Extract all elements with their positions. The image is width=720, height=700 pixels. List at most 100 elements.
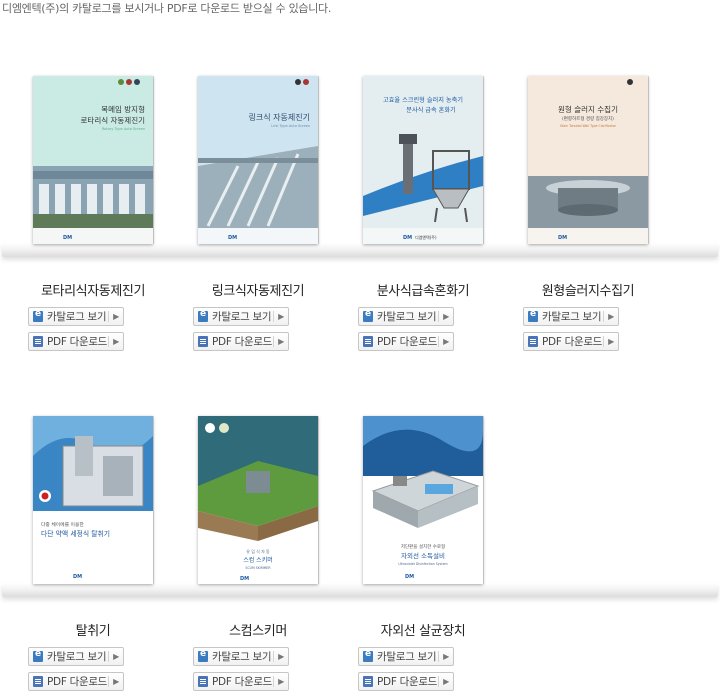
chevron-right-icon: ▶ xyxy=(438,676,449,687)
document-icon xyxy=(33,336,43,347)
catalog-cover-skimmer[interactable]: 유 입 식 자 동 스컴 스키머 SCUM SKIMMER DM xyxy=(198,416,318,584)
button-label: PDF 다운로드 xyxy=(47,676,108,688)
product-name: 자외선 살균장치 xyxy=(380,624,466,639)
cover-subtitle: SCUM SKIMMER xyxy=(245,566,271,570)
chevron-right-icon: ▶ xyxy=(273,311,284,322)
button-label: 카탈로그 보기 xyxy=(377,651,437,663)
chevron-right-icon: ▶ xyxy=(438,311,449,322)
cover-brand: 디엠엔텍(주) xyxy=(415,234,437,240)
document-icon xyxy=(363,676,373,687)
chevron-right-icon: ▶ xyxy=(273,651,284,662)
svg-text:DM: DM xyxy=(63,235,72,241)
cover-title-line: 로타리식 자동제진기 xyxy=(81,115,145,125)
cover-title-line: 다단 약액 세정식 탈취기 xyxy=(41,529,110,538)
product-name: 로타리식자동제진기 xyxy=(40,284,146,299)
chevron-right-icon: ▶ xyxy=(108,676,119,687)
cover-title-line: 목메임 방지형 xyxy=(101,104,145,114)
document-icon xyxy=(198,336,208,347)
pdf-download-button[interactable]: PDF 다운로드 ▶ xyxy=(358,332,454,351)
web-icon xyxy=(528,309,538,322)
chevron-right-icon: ▶ xyxy=(108,311,119,322)
button-label: PDF 다운로드 xyxy=(377,676,438,688)
cover-image: 저단판을 설치한 수로형 자외선 소독설비 Ultraviolet Disinf… xyxy=(363,416,483,584)
web-icon xyxy=(198,649,208,662)
chevron-right-icon: ▶ xyxy=(273,336,284,347)
pdf-download-button[interactable]: PDF 다운로드 ▶ xyxy=(28,332,124,351)
cover-subtitle: Ultraviolet Disinfection System xyxy=(398,562,447,566)
catalog-cover-collector[interactable]: 원형 슬러지 수집기 (편향하트형 경량 침강장치) Stain Toroida… xyxy=(528,76,648,244)
button-label: 카탈로그 보기 xyxy=(212,651,272,663)
button-label: 카탈로그 보기 xyxy=(542,311,602,323)
cover-subtitle: Rotary Type Auto Screen xyxy=(102,127,145,131)
pdf-download-button[interactable]: PDF 다운로드 ▶ xyxy=(523,332,619,351)
product-name: 스컴스키머 xyxy=(229,624,287,639)
cover-image: 목메임 방지형 로타리식 자동제진기 Rotary Type Auto Scre… xyxy=(33,76,153,244)
button-label: 카탈로그 보기 xyxy=(212,311,272,323)
product-name: 링크식자동제진기 xyxy=(211,284,305,299)
button-label: 카탈로그 보기 xyxy=(47,311,107,323)
chevron-right-icon: ▶ xyxy=(273,676,284,687)
web-icon xyxy=(363,309,373,322)
cover-subtitle: Link Type Auto Screen xyxy=(271,124,310,128)
web-icon xyxy=(363,649,373,662)
web-icon xyxy=(33,649,43,662)
pdf-download-button[interactable]: PDF 다운로드 ▶ xyxy=(28,672,124,691)
cover-title-line: 원형 슬러지 수집기 xyxy=(558,104,618,114)
cover-title-line: 다중 체이에를 이용한 xyxy=(41,521,84,528)
pdf-download-button[interactable]: PDF 다운로드 ▶ xyxy=(358,672,454,691)
cover-image: 링크식 자동제진기 Link Type Auto Screen DM xyxy=(198,76,318,244)
chevron-right-icon: ▶ xyxy=(108,336,119,347)
catalog-cover-uv[interactable]: 저단판을 설치한 수로형 자외선 소독설비 Ultraviolet Disinf… xyxy=(363,416,483,584)
cover-title-line: 유 입 식 자 동 xyxy=(246,548,270,554)
catalog-cover-link[interactable]: 링크식 자동제진기 Link Type Auto Screen DM xyxy=(198,76,318,244)
document-icon xyxy=(198,676,208,687)
cover-title-line: 링크식 자동제진기 xyxy=(249,112,310,122)
chevron-right-icon: ▶ xyxy=(603,311,614,322)
cover-title-line: 스컴 스키머 xyxy=(243,556,273,564)
catalog-view-button[interactable]: 카탈로그 보기▶ xyxy=(358,307,454,326)
product-name: 분사식급속혼화기 xyxy=(376,284,470,299)
catalog-view-button[interactable]: 카탈로그 보기▶ xyxy=(523,307,619,326)
chevron-right-icon: ▶ xyxy=(603,336,614,347)
svg-text:DM: DM xyxy=(405,574,414,580)
catalog-cover-rotary[interactable]: 목메임 방지형 로타리식 자동제진기 Rotary Type Auto Scre… xyxy=(33,76,153,244)
svg-text:DM: DM xyxy=(558,235,567,241)
cover-image: 고효율 스크린형 슬러지 농축기 분사식 급속 혼화기 DM 디엠엔텍(주) xyxy=(363,76,483,244)
intro-text: 디엠엔텍(주)의 카탈로그를 보시거나 PDF로 다운로드 받으실 수 있습니다… xyxy=(2,2,332,15)
cover-subtitle: Stain Toroidal Wall Type Clarificator xyxy=(560,124,617,128)
catalog-view-button[interactable]: 카탈로그 보기▶ xyxy=(28,307,124,326)
catalog-cover-deodorizer[interactable]: 다중 체이에를 이용한 다단 약액 세정식 탈취기 DM xyxy=(33,416,153,584)
catalog-view-button[interactable]: 카탈로그 보기▶ xyxy=(193,307,289,326)
cover-title-line: 자외선 소독설비 xyxy=(401,551,445,560)
document-icon xyxy=(528,336,538,347)
catalog-view-button[interactable]: 카탈로그 보기▶ xyxy=(193,647,289,666)
button-label: PDF 다운로드 xyxy=(212,336,273,348)
pdf-download-button[interactable]: PDF 다운로드 ▶ xyxy=(193,672,289,691)
catalog-view-button[interactable]: 카탈로그 보기▶ xyxy=(28,647,124,666)
button-label: 카탈로그 보기 xyxy=(47,651,107,663)
chevron-right-icon: ▶ xyxy=(438,336,449,347)
cover-image: 유 입 식 자 동 스컴 스키머 SCUM SKIMMER DM xyxy=(198,416,318,584)
web-icon xyxy=(33,309,43,322)
web-icon xyxy=(198,309,208,322)
button-label: PDF 다운로드 xyxy=(542,336,603,348)
product-name: 탈취기 xyxy=(75,624,111,639)
pdf-download-button[interactable]: PDF 다운로드 ▶ xyxy=(193,332,289,351)
svg-text:DM: DM xyxy=(73,574,82,580)
chevron-right-icon: ▶ xyxy=(438,651,449,662)
cover-image: 다중 체이에를 이용한 다단 약액 세정식 탈취기 DM xyxy=(33,416,153,584)
button-label: PDF 다운로드 xyxy=(212,676,273,688)
catalog-cover-mixer[interactable]: 고효율 스크린형 슬러지 농축기 분사식 급속 혼화기 DM 디엠엔텍(주) xyxy=(363,76,483,244)
button-label: PDF 다운로드 xyxy=(47,336,108,348)
button-label: PDF 다운로드 xyxy=(377,336,438,348)
cover-title-line: 고효율 스크린형 슬러지 농축기 xyxy=(383,96,463,104)
button-label: 카탈로그 보기 xyxy=(377,311,437,323)
chevron-right-icon: ▶ xyxy=(108,651,119,662)
cover-title-line: (편향하트형 경량 침강장치) xyxy=(562,115,614,122)
document-icon xyxy=(33,676,43,687)
shelf-row-1 xyxy=(2,243,718,257)
document-icon xyxy=(363,336,373,347)
catalog-view-button[interactable]: 카탈로그 보기▶ xyxy=(358,647,454,666)
svg-text:DM: DM xyxy=(403,235,412,241)
shelf-row-2 xyxy=(2,583,718,597)
